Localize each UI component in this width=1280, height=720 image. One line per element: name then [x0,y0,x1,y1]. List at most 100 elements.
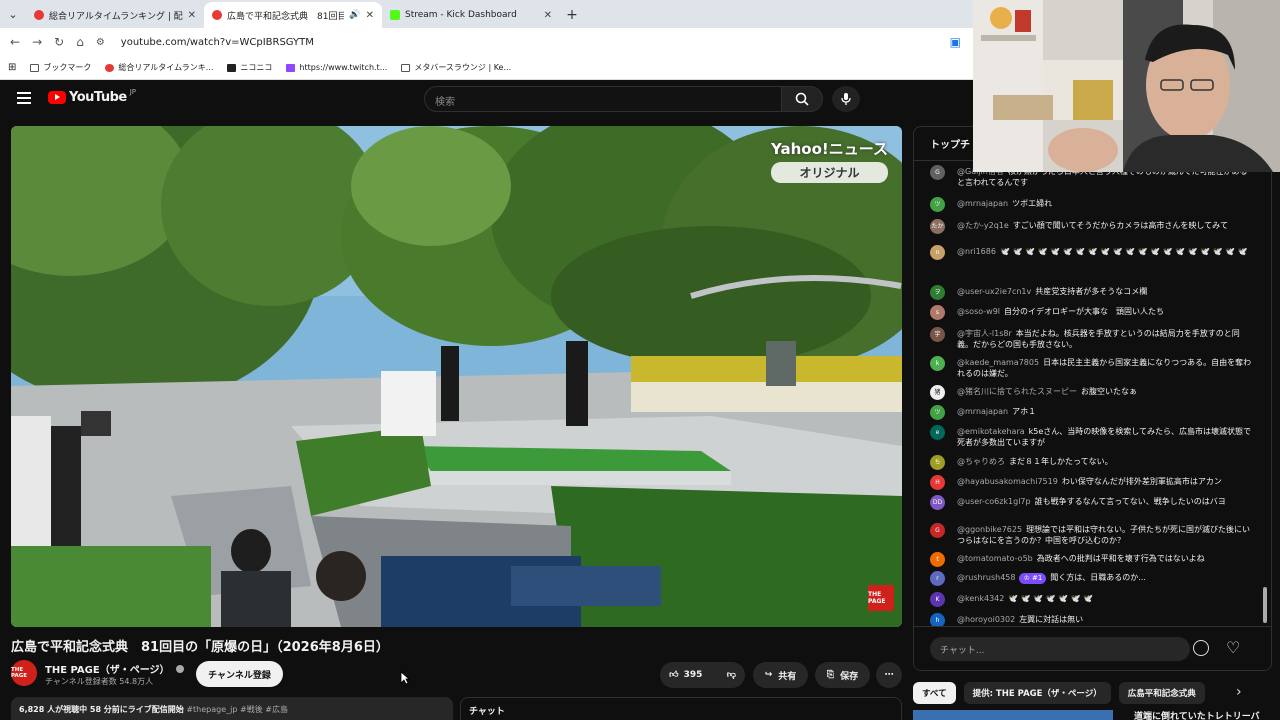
chat-author-avatar[interactable]: ツ [930,405,945,420]
chat-author-avatar[interactable]: G [930,165,945,180]
chat-author-avatar[interactable]: ヲ [930,285,945,300]
bookmark-item[interactable]: https://www.twitch.t... [286,63,387,72]
chat-message-text: 為政者への批判は平和を壊す行為ではないよね [1036,554,1205,563]
chat-author-name[interactable]: @mrnajapan [957,407,1008,416]
like-button[interactable]: 👍︎ 395 [669,670,702,680]
chat-author-avatar[interactable]: 猪 [930,385,945,400]
share-button[interactable]: ↪ 共有 [753,662,808,688]
chat-message-body: @horoyoi0302 左翼に対話は無い [957,614,1255,625]
recommended-thumbnail[interactable] [913,710,1113,720]
subscriber-count: チャンネル登録者数 54.8万人 [45,677,154,686]
webcam-overlay [973,0,1280,172]
chat-author-avatar[interactable]: t [930,552,945,567]
browser-tab-youtube[interactable]: 広島で平和記念式典 81回目 🔊 ✕ [204,2,382,28]
youtube-favicon-icon [212,10,222,20]
save-button[interactable]: ⎘ 保存 [815,662,870,688]
new-tab-button[interactable]: + [560,2,584,28]
hashtags[interactable]: #thepage_jp #戦後 #広島 [186,705,288,714]
chat-author-avatar[interactable]: たか [930,219,945,234]
youtube-logo[interactable]: YouTube JP [48,88,136,105]
chat-message-body: @猪名川に捨てられたスヌーピー お腹空いたなぁ [957,386,1255,397]
bookmark-item[interactable]: ブックマーク [30,62,91,73]
chat-author-avatar[interactable]: s [930,305,945,320]
channel-name-row[interactable]: THE PAGE（ザ・ページ） [45,661,184,676]
bookmark-item[interactable]: 総合リアルタイムランキ... [105,62,213,73]
chat-author-name[interactable]: @たか-y2q1e [957,221,1009,230]
chat-author-name[interactable]: @mrnajapan [957,199,1008,208]
chat-toggle-box[interactable]: チャット [460,697,902,720]
chat-scrollbar[interactable] [1263,587,1267,623]
verified-icon [175,664,184,673]
bookmark-item[interactable]: メタバースラウンジ | Ke... [401,62,511,73]
emoji-icon[interactable] [1193,640,1209,656]
chat-author-name[interactable]: @horoyoi0302 [957,615,1015,624]
chat-message-body: @ちゃりめろ まだ８１年しかたってない。 [957,456,1255,467]
search-input[interactable]: 検索 [424,86,782,112]
chat-author-name[interactable]: @kenk4342 [957,594,1004,603]
speaker-icon[interactable]: 🔊 [349,10,360,20]
menu-icon[interactable] [17,92,31,104]
home-icon[interactable]: ⌂ [76,35,84,49]
dislike-button[interactable]: 👎︎ [727,670,736,680]
browser-tab-kick[interactable]: Stream - Kick Dashboard ✕ [382,2,560,28]
chip-all[interactable]: すべて [913,682,956,704]
heart-icon[interactable]: ♡ [1226,638,1240,657]
more-actions-button[interactable]: ⋯ [876,662,902,688]
tab-search-menu[interactable]: ⌄ [0,0,26,28]
close-tab-icon[interactable]: ✕ [544,10,552,21]
chat-author-name[interactable]: @hayabusakomachi7519 [957,477,1058,486]
chat-input[interactable]: チャット... [930,637,1190,661]
apps-icon[interactable]: ⊞ [8,62,16,73]
chat-author-avatar[interactable]: e [930,425,945,440]
browser-tab-ranking[interactable]: 総合リアルタイムランキング | 配信者 ✕ [26,2,204,28]
search-button[interactable] [781,86,823,112]
chat-author-name[interactable]: @宇宙人-l1s8r [957,329,1012,338]
close-tab-icon[interactable]: ✕ [366,10,374,21]
chat-author-avatar[interactable]: G [930,523,945,538]
chat-message-text: 自分のイデオロギーが大事な 頭固い人たち [1004,307,1165,316]
url-field[interactable]: youtube.com/watch?v=WCpIBRSGYTM [121,37,938,48]
forward-icon[interactable]: → [32,35,42,49]
chat-author-name[interactable]: @ggonbike7625 [957,525,1022,534]
chat-message-body: @soso-w9l 自分のイデオロギーが大事な 頭固い人たち [957,306,1255,317]
back-icon[interactable]: ← [10,35,20,49]
description-box[interactable]: 6,828 人が視聴中 58 分前にライブ配信開始 #thepage_jp #戦… [11,697,453,720]
chat-author-avatar[interactable]: ち [930,455,945,470]
voice-search-button[interactable] [832,86,860,112]
chat-author-avatar[interactable]: r [930,571,945,586]
cast-icon[interactable]: ▣ [950,35,961,49]
chat-author-name[interactable]: @user-ux2ie7cn1v [957,287,1031,296]
chat-author-name[interactable]: @user-co6zk1gl7p [957,497,1031,506]
site-info-icon[interactable]: ⚙ [96,37,105,48]
chat-author-avatar[interactable]: k [930,356,945,371]
chat-author-avatar[interactable]: H [930,475,945,490]
chat-author-avatar[interactable]: K [930,592,945,607]
chat-author-avatar[interactable]: DD [930,495,945,510]
chat-author-name[interactable]: @kaede_mama7805 [957,358,1039,367]
chat-author-name[interactable]: @emikotakehara [957,427,1025,436]
chat-author-name[interactable]: @猪名川に捨てられたスヌーピー [957,387,1077,396]
chat-author-avatar[interactable]: ツ [930,197,945,212]
subscribe-button[interactable]: チャンネル登録 [196,661,283,687]
chat-author-name[interactable]: @nri1686 [957,247,996,256]
chat-author-name[interactable]: @ちゃりめろ [957,457,1005,466]
channel-name[interactable]: THE PAGE（ザ・ページ） [45,661,170,676]
close-tab-icon[interactable]: ✕ [188,10,196,21]
chip-channel[interactable]: 提供: THE PAGE（ザ・ページ） [963,682,1111,704]
chat-author-avatar[interactable]: n [930,245,945,260]
recommended-title[interactable]: 道端に倒れていたトレトリーバ [1134,709,1260,720]
reload-icon[interactable]: ↻ [54,35,64,49]
chevron-right-icon[interactable]: › [1236,684,1242,700]
chat-author-name[interactable]: @rushrush458 [957,573,1015,582]
chat-author-name[interactable]: @soso-w9l [957,307,1000,316]
chat-author-name[interactable]: @tomatomato-o5b [957,554,1033,563]
chat-toggle-label: チャット [469,707,505,717]
video-frame-image [11,126,902,627]
chat-author-avatar[interactable]: 宇 [930,327,945,342]
top-chat-selector[interactable]: トップチ [930,140,970,151]
channel-avatar[interactable]: THE PAGE [11,660,37,686]
chip-topic[interactable]: 広島平和記念式典 [1118,682,1205,704]
bookmark-item[interactable]: ニコニコ [227,62,272,73]
video-player[interactable]: Yahoo!ニュース オリジナル THE PAGE [11,126,902,627]
tab-title: Stream - Kick Dashboard [405,10,517,20]
